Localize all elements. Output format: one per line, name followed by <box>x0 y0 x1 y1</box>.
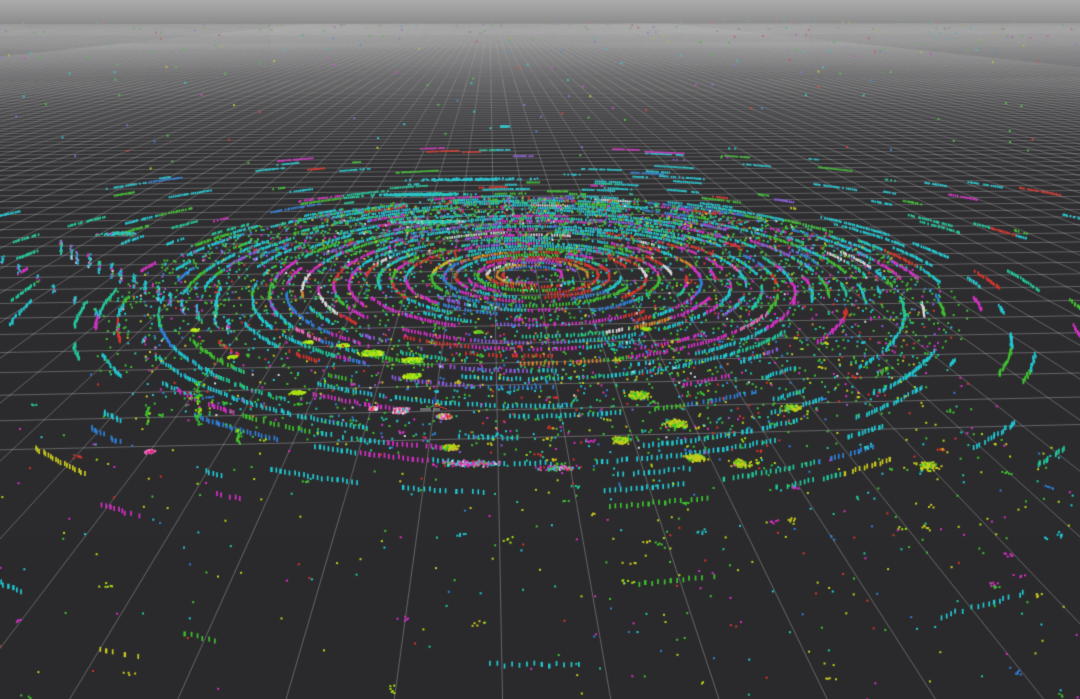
pointcloud-canvas[interactable] <box>0 0 1080 699</box>
pointcloud-viewport[interactable] <box>0 0 1080 699</box>
